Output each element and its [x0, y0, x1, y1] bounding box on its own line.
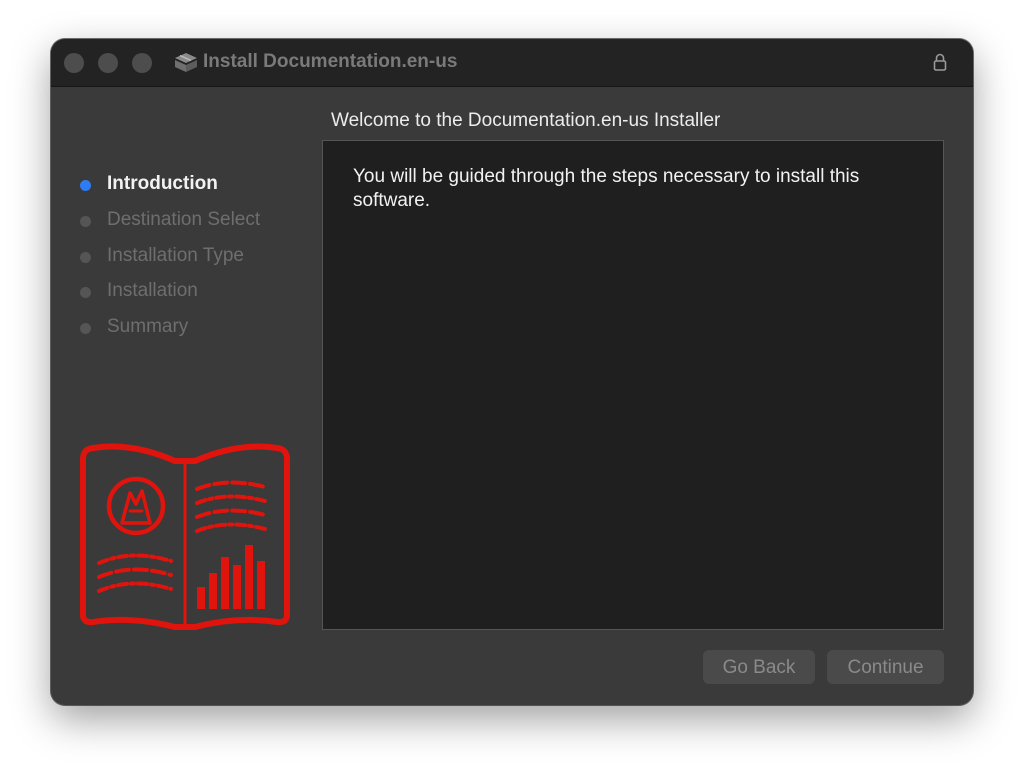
intro-text: You will be guided through the steps nec… [353, 166, 860, 211]
step-indicator-active [80, 180, 91, 191]
title-bar: Install Documentation.en-us [51, 39, 973, 87]
package-icon [175, 53, 197, 72]
step-indicator [80, 216, 91, 227]
step-label: Summary [107, 316, 189, 337]
page-heading: Welcome to the Documentation.en-us Insta… [331, 110, 721, 131]
lock-icon[interactable] [932, 52, 948, 72]
close-window-button[interactable] [64, 53, 84, 73]
go-back-button[interactable]: Go Back [703, 650, 815, 684]
window-title: Install Documentation.en-us [203, 51, 458, 72]
zoom-window-button[interactable] [132, 53, 152, 73]
step-label: Installation Type [107, 245, 244, 266]
content-pane: You will be guided through the steps nec… [322, 140, 944, 630]
continue-button[interactable]: Continue [827, 650, 944, 684]
step-indicator [80, 252, 91, 263]
step-indicator [80, 287, 91, 298]
documentation-book-icon [80, 443, 290, 630]
step-label: Destination Select [107, 209, 261, 230]
step-indicator [80, 323, 91, 334]
step-label: Introduction [107, 173, 218, 194]
step-label: Installation [107, 280, 198, 301]
minimize-window-button[interactable] [98, 53, 118, 73]
installer-window: Install Documentation.en-us Introduction… [51, 39, 973, 705]
